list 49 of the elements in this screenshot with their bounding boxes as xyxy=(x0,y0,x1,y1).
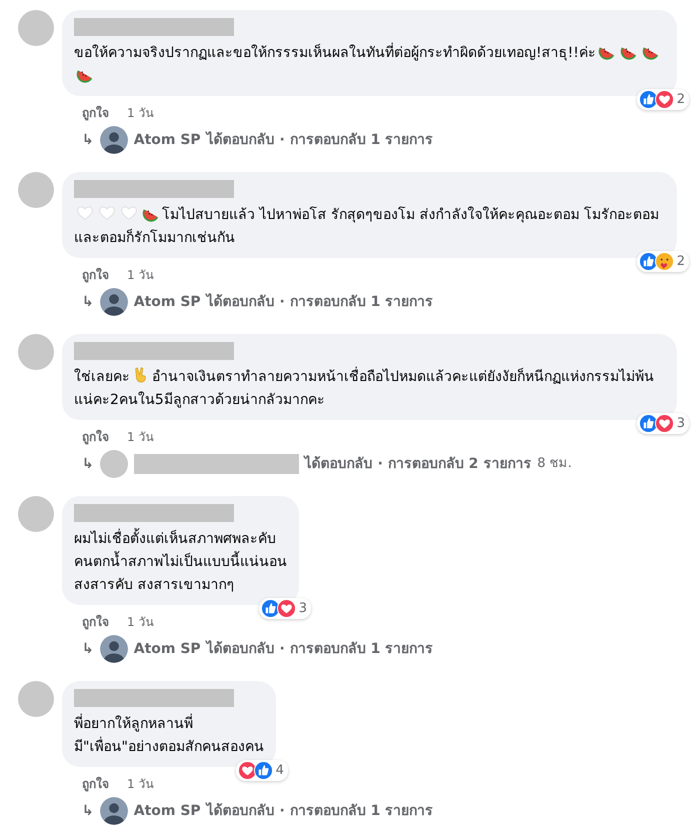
replier-name[interactable]: Atom SP xyxy=(134,292,201,312)
avatar xyxy=(18,334,54,370)
timestamp: 1 วัน xyxy=(127,267,154,284)
reaction-count: 2 xyxy=(676,252,685,270)
replies-link[interactable]: ได้ตอบกลับ · การตอบกลับ 1 รายการ xyxy=(206,800,434,822)
heart-icon xyxy=(76,204,94,222)
reaction-pill[interactable]: 3 xyxy=(636,412,689,434)
reply-arrow: ↳ xyxy=(82,454,94,474)
replies-link[interactable]: ได้ตอบกลับ · การตอบกลับ 1 รายการ xyxy=(206,130,434,150)
reaction-pill[interactable]: 3 xyxy=(258,598,311,619)
avatar xyxy=(100,450,128,478)
avatar xyxy=(18,681,54,717)
timestamp: 1 วัน xyxy=(127,776,154,793)
reply-arrow: ↳ xyxy=(82,640,94,658)
timestamp: 1 วัน xyxy=(127,429,154,446)
reply-arrow: ↳ xyxy=(82,292,94,312)
comment-text: ใช่เลยคะ อำนาจเงินตราทำลายความหน้าเชื่อถือไปหมดแล้วคะแต่ยังงัยก็หนีกฏแห่งกรรมไม่พ้นแน่คะ2คนใน5มีลูกสาวด้วยน่ากลัวมากคะ xyxy=(74,366,665,412)
reply-arrow: ↳ xyxy=(82,802,94,820)
like-link[interactable]: ถูกใจ xyxy=(82,613,109,631)
replies-link[interactable]: ได้ตอบกลับ · การตอบกลับ 1 รายการ xyxy=(206,638,434,660)
like-link[interactable]: ถูกใจ xyxy=(82,428,109,446)
avatar xyxy=(18,10,54,46)
comment-text: โมไปสบายแล้ว ไปหาพ่อโส รักสุดๆของโม ส่งกำลังใจให้คะคุณอะตอม โมรักอะตอมและตอมก็รักโมมากเช่นกัน xyxy=(74,204,665,250)
replier-name[interactable]: Atom SP xyxy=(134,130,201,150)
reaction-count: 4 xyxy=(276,762,284,780)
avatar xyxy=(18,496,54,532)
reaction-pill[interactable]: 2 xyxy=(636,88,689,110)
timestamp: 1 วัน xyxy=(127,614,154,631)
reaction-pill[interactable]: 4 xyxy=(236,760,288,781)
reaction-count: 2 xyxy=(676,90,685,108)
reaction-pill[interactable]: 2 xyxy=(636,250,689,272)
timestamp: 8 ชม. xyxy=(537,455,572,474)
replies-link[interactable]: ได้ตอบกลับ · การตอบกลับ 1 รายการ xyxy=(206,292,434,312)
heart-icon xyxy=(120,204,138,222)
timestamp: 1 วัน xyxy=(127,105,154,122)
reply-arrow: ↳ xyxy=(82,130,94,150)
reaction-count: 3 xyxy=(298,600,307,618)
comment-text: ขอให้ความจริงปรากฏและขอให้กรรรมเห็นผลในทันที่ต่อผู้กระทำผิดด้วยเทอญ!สาธุ!!ค่ะ xyxy=(74,42,665,88)
heart-icon xyxy=(98,204,116,222)
replier-name[interactable]: Atom SP xyxy=(134,638,201,660)
comment-text: พี่อยากให้ลูกหลานพี่ มี"เพื่อน"อย่างตอมสักคนสองคน xyxy=(74,713,264,759)
comment-text: ผมไม่เชื่อตั้งแต่เห็นสภาพศพละคับ คนตกน้ำสภาพไม่เป็นแบบนี้แน่นอน สงสารคับ สงสารเขามากๆ xyxy=(74,528,287,597)
like-link[interactable]: ถูกใจ xyxy=(82,266,109,284)
replies-link[interactable]: ได้ตอบกลับ · การตอบกลับ 2 รายการ xyxy=(304,454,532,474)
like-link[interactable]: ถูกใจ xyxy=(82,104,109,122)
reaction-count: 3 xyxy=(676,414,685,432)
avatar xyxy=(18,172,54,208)
like-link[interactable]: ถูกใจ xyxy=(82,775,109,793)
replier-name[interactable]: Atom SP xyxy=(134,800,201,822)
